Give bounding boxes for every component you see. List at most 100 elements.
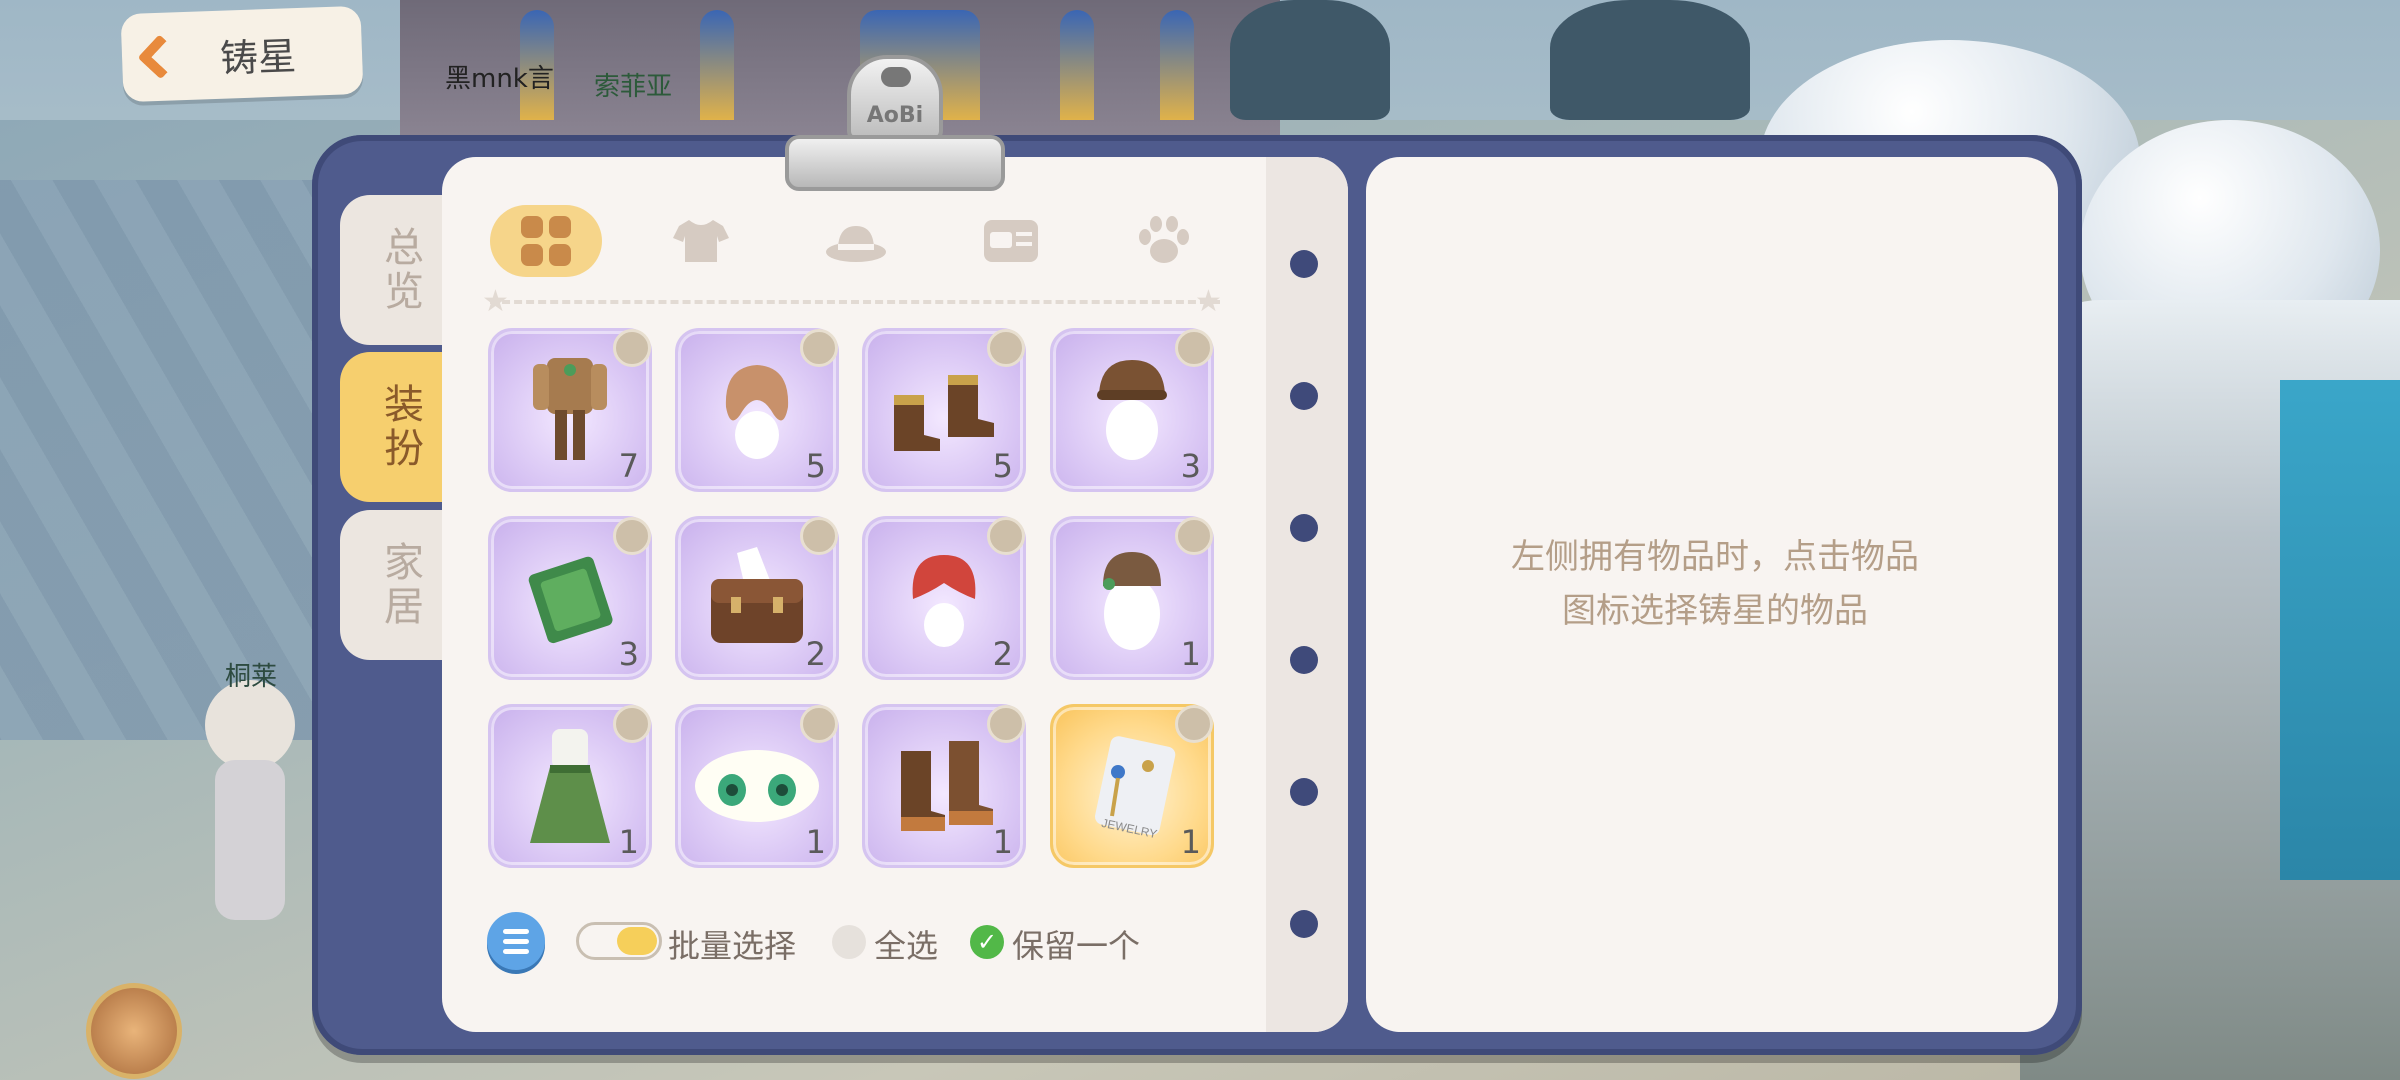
eyes-icon	[695, 750, 819, 822]
item-count: 2	[992, 635, 1013, 673]
binder-ring	[1290, 646, 1318, 674]
menu-line-icon	[503, 948, 529, 954]
item-count: 7	[618, 447, 639, 485]
section-divider	[490, 300, 1220, 304]
keep-one-check-icon[interactable]: ✓	[970, 925, 1004, 959]
batch-select-label[interactable]: 批量选择	[668, 921, 796, 967]
binder-ring	[1290, 382, 1318, 410]
item-count: 1	[805, 823, 826, 861]
grid-icon	[521, 216, 571, 266]
hint-line-2: 图标选择铸星的物品	[1562, 591, 1868, 631]
item-count: 5	[805, 447, 826, 485]
npc-body	[215, 760, 285, 920]
binder-ring	[1290, 778, 1318, 806]
jewelry-box-text: JEWELRY	[1101, 816, 1158, 841]
back-button[interactable]: 铸星	[120, 5, 364, 103]
npc-name-label: 桐莱	[225, 662, 278, 692]
player-name-label: 索菲亚	[594, 72, 673, 102]
jewelry-box-label: JEWELRY	[1101, 816, 1158, 841]
clip-bar	[785, 135, 1005, 191]
category-tab-pet[interactable]	[1108, 205, 1220, 277]
toggle-knob	[617, 927, 657, 955]
item-card-wavy-hair[interactable]: 5	[675, 328, 839, 492]
item-card-brown-satchel[interactable]: 2	[675, 516, 839, 680]
binder-clip: AoBi	[785, 55, 1005, 195]
player-name-label: 黑mnk言	[445, 64, 554, 94]
select-circle[interactable]	[800, 705, 838, 743]
item-count: 2	[805, 635, 826, 673]
pine-tree	[1230, 0, 1390, 120]
star-icon: ★	[1195, 284, 1222, 319]
item-card-red-hair[interactable]: 2	[862, 516, 1026, 680]
npc-head	[205, 680, 295, 770]
binder-ring	[1290, 910, 1318, 938]
category-tab-clothing[interactable]	[645, 205, 757, 277]
category-tab-hat[interactable]	[800, 205, 912, 277]
category-tab-card[interactable]	[955, 205, 1067, 277]
item-card-brown-outfit[interactable]: 7	[488, 328, 652, 492]
item-card-brown-boots[interactable]: 5	[862, 328, 1026, 492]
item-card-green-dress[interactable]: 1	[488, 704, 652, 868]
item-count: 1	[618, 823, 639, 861]
book-icon	[528, 556, 613, 644]
select-circle[interactable]	[987, 517, 1025, 555]
menu-line-icon	[503, 938, 529, 944]
boots-icon	[894, 375, 994, 451]
side-tab-label: 装扮	[377, 383, 423, 471]
hat-icon	[826, 226, 886, 262]
boots-icon	[901, 741, 993, 831]
select-all-radio[interactable]	[832, 925, 866, 959]
cap-icon	[1103, 552, 1161, 650]
stained-window	[700, 10, 734, 120]
select-circle[interactable]	[987, 705, 1025, 743]
side-tab-label: 总览	[377, 226, 423, 314]
item-card-jewelry-earrings[interactable]: JEWELRY 1	[1050, 704, 1214, 868]
select-circle[interactable]	[613, 705, 651, 743]
stained-window	[1060, 10, 1094, 120]
item-card-brown-cap[interactable]: 1	[1050, 516, 1214, 680]
select-circle[interactable]	[613, 329, 651, 367]
stained-window	[1160, 10, 1194, 120]
item-count: 1	[1180, 635, 1201, 673]
select-all-label[interactable]: 全选	[874, 921, 938, 967]
select-circle[interactable]	[800, 329, 838, 367]
select-circle[interactable]	[1175, 329, 1213, 367]
item-card-green-eyes[interactable]: 1	[675, 704, 839, 868]
keep-one-label[interactable]: 保留一个	[1012, 921, 1140, 967]
player-avatar[interactable]	[86, 983, 182, 1079]
item-card-tall-boots[interactable]: 1	[862, 704, 1026, 868]
hair-icon	[725, 365, 789, 459]
hat-item-icon	[1097, 360, 1167, 460]
select-circle[interactable]	[800, 517, 838, 555]
back-arrow-icon	[129, 26, 191, 88]
menu-line-icon	[503, 928, 529, 934]
binder-ring	[1290, 514, 1318, 542]
select-circle[interactable]	[987, 329, 1025, 367]
item-count: 1	[1180, 823, 1201, 861]
waterfall	[2280, 380, 2400, 880]
item-card-green-book[interactable]: 3	[488, 516, 652, 680]
shirt-icon	[673, 220, 729, 262]
bag-icon	[711, 547, 803, 643]
side-tab-label: 家居	[377, 541, 423, 629]
hair-icon	[912, 555, 976, 647]
dress-icon	[530, 729, 610, 843]
item-count: 3	[1180, 447, 1201, 485]
item-card-detective-hat[interactable]: 3	[1050, 328, 1214, 492]
binder-ring	[1290, 250, 1318, 278]
clip-hole	[881, 67, 911, 87]
category-tab-all[interactable]	[490, 205, 602, 277]
hint-line-1: 左侧拥有物品时，点击物品	[1511, 537, 1919, 577]
batch-select-toggle[interactable]	[576, 922, 662, 960]
list-menu-button[interactable]	[487, 912, 545, 970]
select-circle[interactable]	[1175, 517, 1213, 555]
npc-character[interactable]	[195, 680, 305, 960]
paw-icon	[1139, 216, 1189, 263]
select-circle[interactable]	[1175, 705, 1213, 743]
item-count: 1	[992, 823, 1013, 861]
select-circle[interactable]	[613, 517, 651, 555]
page-binding-edge	[1266, 157, 1348, 1032]
clip-logo: AoBi	[866, 103, 924, 128]
item-count: 3	[618, 635, 639, 673]
outfit-icon	[533, 358, 607, 460]
